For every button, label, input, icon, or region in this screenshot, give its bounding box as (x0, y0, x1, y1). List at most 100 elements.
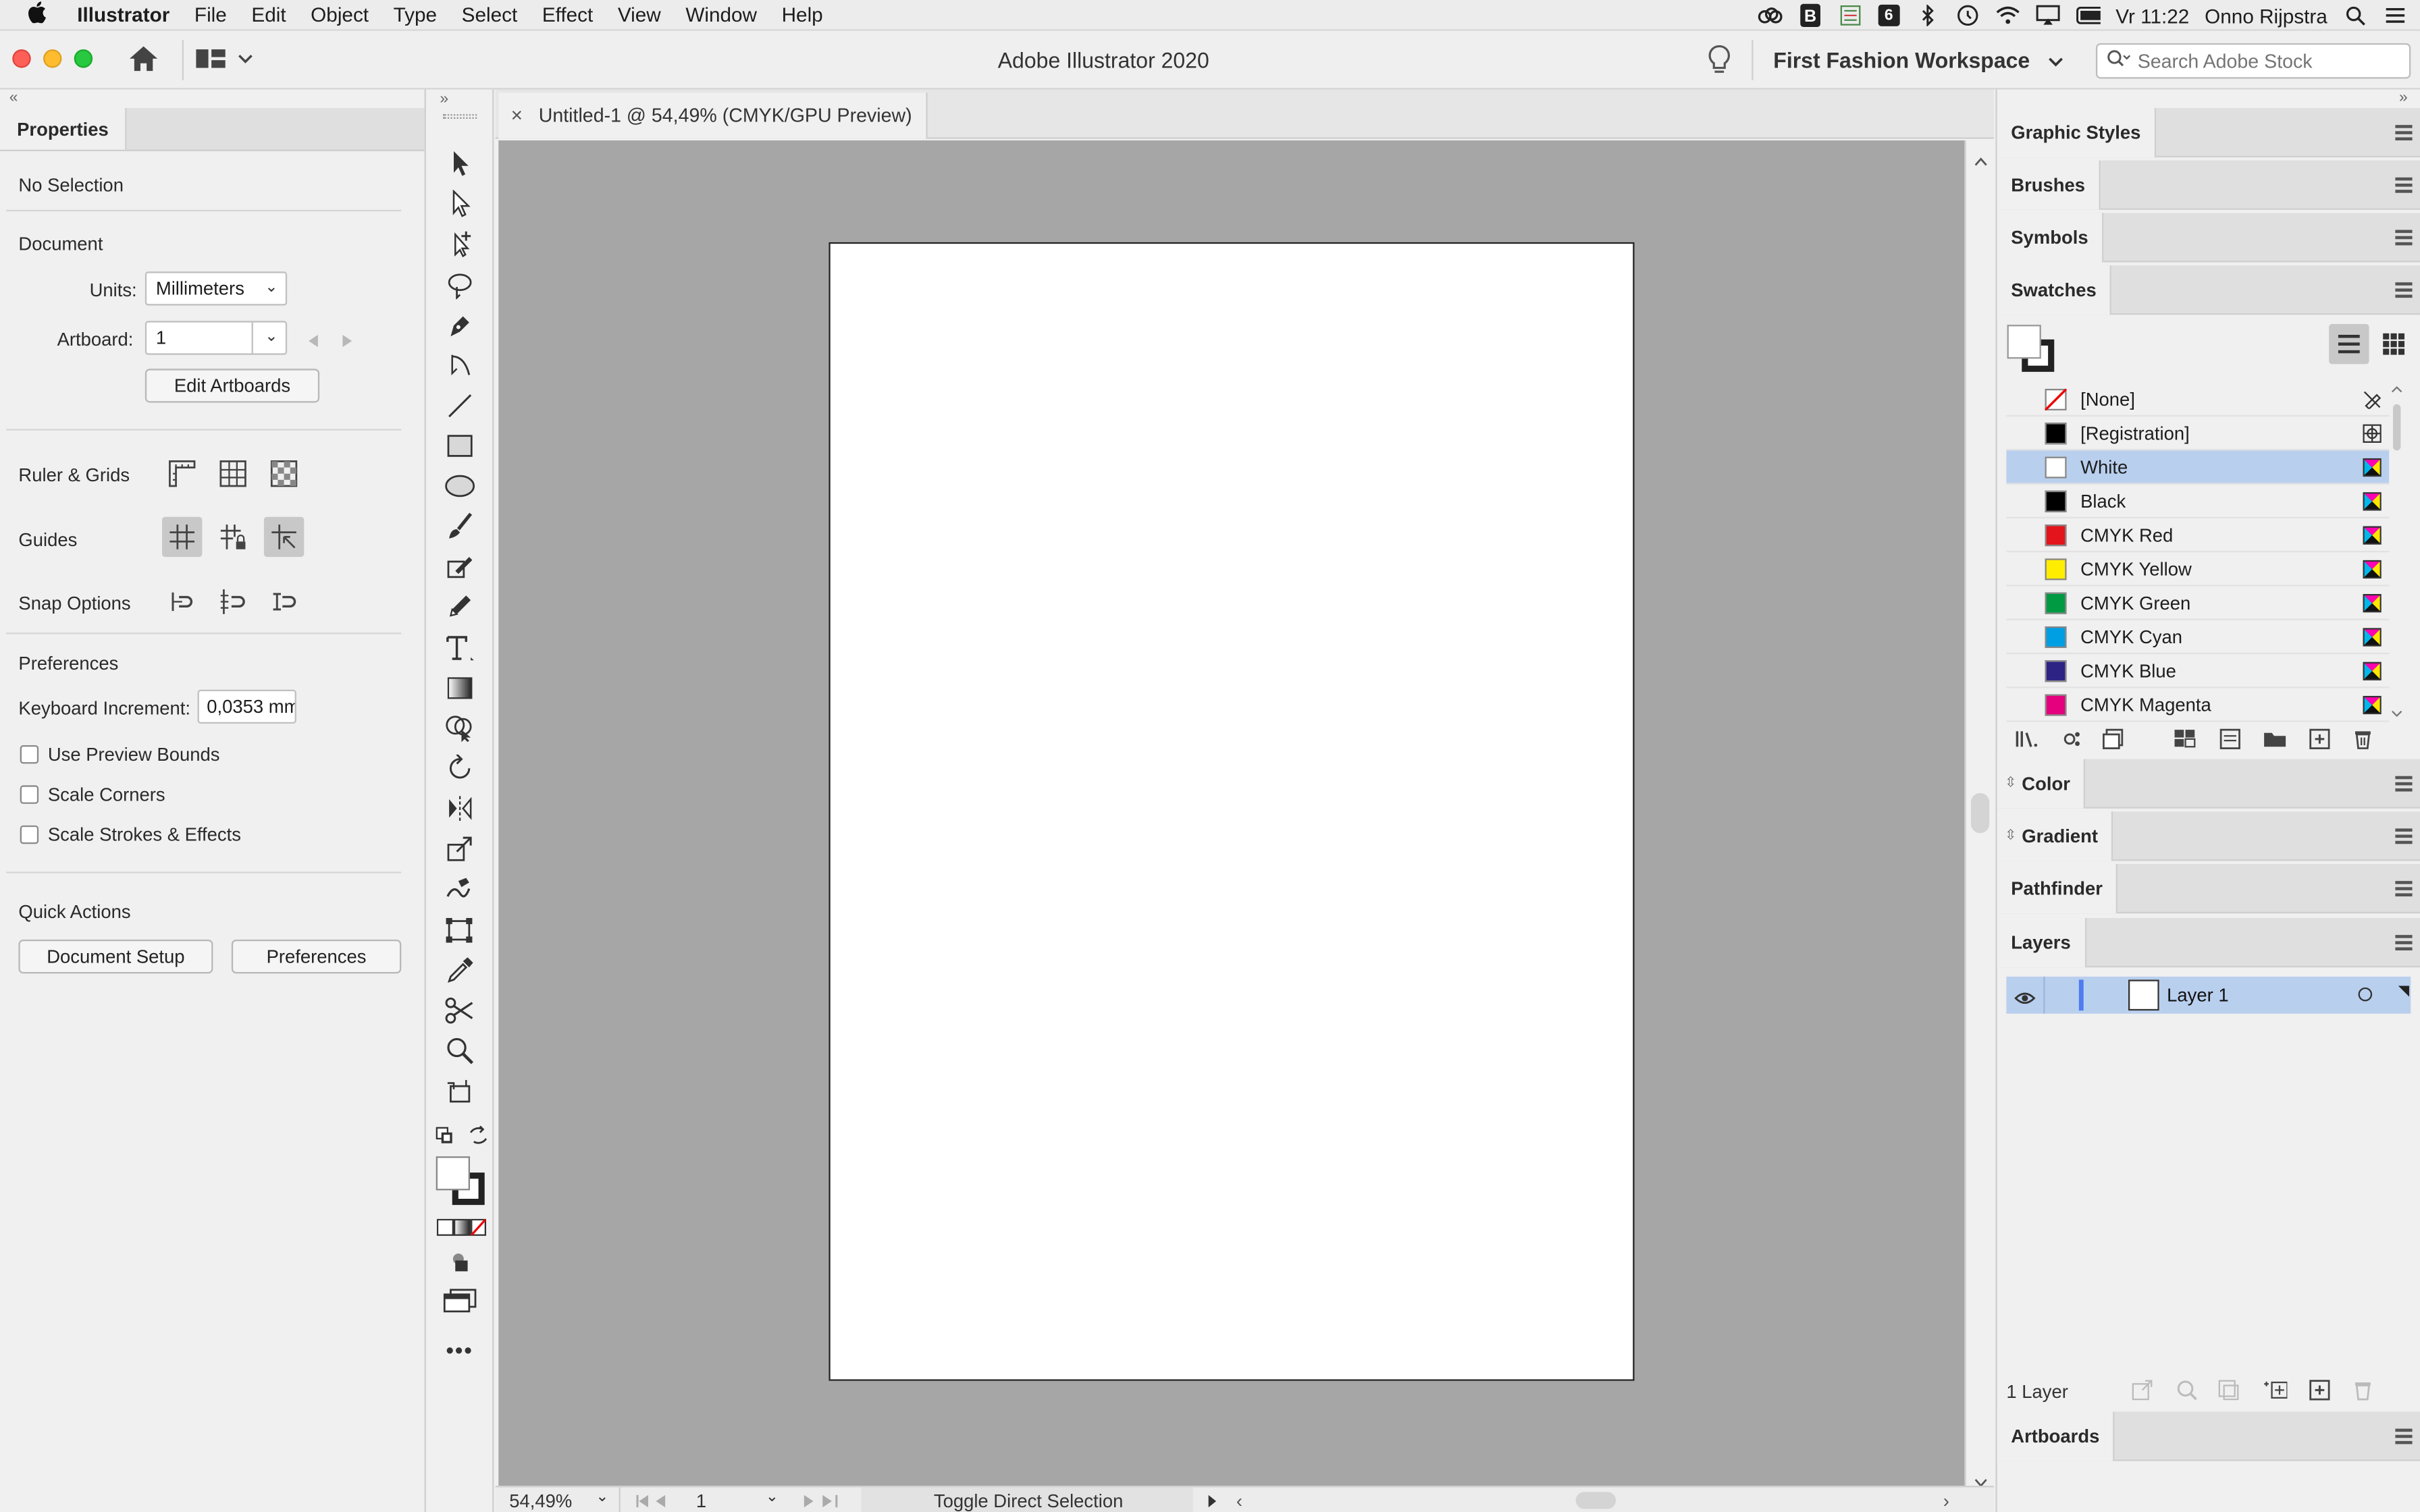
draw-mode-icon[interactable] (449, 1251, 471, 1280)
lock-guides-icon[interactable] (213, 517, 253, 557)
home-icon[interactable] (128, 45, 159, 80)
artboard-nav-dropdown-icon[interactable]: ⌄ (766, 1489, 779, 1506)
menu-list-icon[interactable] (1838, 5, 1863, 26)
tab-pathfinder[interactable]: Pathfinder (1997, 863, 2118, 914)
swatch-row[interactable]: Black (2006, 485, 2390, 518)
clipping-mask-icon[interactable] (2216, 1379, 2241, 1401)
new-layer-icon[interactable] (2307, 1379, 2332, 1401)
spotlight-search-icon[interactable] (2343, 5, 2368, 26)
place-swatch-icon[interactable] (2102, 728, 2127, 750)
lasso-tool-icon[interactable] (442, 269, 479, 302)
vertical-scrollbar[interactable] (1964, 140, 1995, 1488)
tab-swatches[interactable]: Swatches (1997, 265, 2112, 315)
menu-help[interactable]: Help (769, 3, 835, 26)
export-layer-icon[interactable] (2130, 1379, 2155, 1401)
grid-icon[interactable] (213, 454, 253, 493)
curvature-tool-icon[interactable] (442, 349, 479, 383)
panel-options-toggle-icon[interactable]: ⇳ (2005, 774, 2016, 791)
ellipse-tool-icon[interactable] (442, 469, 479, 503)
fill-stroke-swatches[interactable] (436, 1156, 488, 1216)
stock-search-box[interactable] (2095, 43, 2411, 79)
first-artboard-icon[interactable] (634, 1492, 668, 1512)
artboard-tool-icon[interactable] (442, 1074, 479, 1108)
scroll-up-icon[interactable] (1974, 146, 1988, 174)
creative-cloud-icon[interactable] (1758, 5, 1783, 26)
tab-properties[interactable]: Properties (0, 107, 128, 150)
show-guides-icon[interactable] (161, 516, 203, 558)
menu-effect[interactable]: Effect (530, 3, 606, 26)
scroll-right-icon[interactable]: › (1943, 1490, 1949, 1512)
new-sublayer-icon[interactable] (2263, 1379, 2288, 1401)
panel-menu-icon[interactable] (2395, 828, 2413, 846)
selection-tool-icon[interactable] (442, 146, 479, 180)
use-preview-bounds-checkbox[interactable] (20, 745, 39, 764)
scale-corners-checkbox[interactable] (20, 785, 39, 804)
swatch-row[interactable]: CMYK Magenta (2006, 688, 2390, 722)
bluetooth-icon[interactable] (1915, 4, 1940, 26)
shape-builder-tool-icon[interactable] (442, 711, 479, 745)
zoom-level[interactable]: 54,49% (509, 1490, 572, 1512)
new-color-group-icon[interactable] (2263, 728, 2288, 750)
swatch-row[interactable]: CMYK Green (2006, 587, 2390, 620)
panel-menu-icon[interactable] (2395, 230, 2413, 248)
snap-to-glyph-icon[interactable] (264, 582, 304, 622)
horizontal-scroll-thumb[interactable] (1575, 1492, 1616, 1509)
tab-graphic-styles[interactable]: Graphic Styles (1997, 107, 2157, 158)
artboard-dropdown[interactable]: 1 ⌄ (144, 321, 288, 355)
thumbnail-view-icon[interactable] (2373, 324, 2413, 364)
target-circle-icon[interactable] (2358, 987, 2373, 1002)
minimize-window-button[interactable] (43, 49, 62, 68)
app-menu[interactable]: Illustrator (65, 3, 182, 26)
menu-type[interactable]: Type (381, 3, 449, 26)
snap-to-point-icon[interactable] (162, 582, 202, 622)
apple-menu-icon[interactable] (0, 1, 65, 28)
line-segment-tool-icon[interactable] (442, 389, 479, 423)
group-selection-tool-icon[interactable] (442, 227, 479, 261)
swap-fill-stroke-icon[interactable] (468, 1125, 490, 1154)
swatch-row[interactable]: CMYK Red (2006, 518, 2390, 553)
swatch-row[interactable]: White (2006, 450, 2390, 485)
document-tab[interactable]: × Untitled-1 @ 54,49% (CMYK/GPU Preview) (498, 92, 928, 139)
edit-toolbar-more-icon[interactable]: ••• (446, 1338, 473, 1363)
calendar-icon[interactable]: 6 (1878, 4, 1900, 26)
wifi-icon[interactable] (1995, 5, 2020, 26)
artboard-number[interactable]: 1 (696, 1490, 706, 1512)
delete-swatch-icon[interactable] (2350, 728, 2375, 750)
delete-layer-icon[interactable] (2350, 1379, 2375, 1401)
next-artboard-icon[interactable] (341, 329, 353, 356)
panel-options-toggle-icon[interactable]: ⇳ (2005, 827, 2016, 844)
zoom-window-button[interactable] (74, 49, 93, 68)
list-view-icon[interactable] (2329, 323, 2369, 364)
zoom-dropdown-icon[interactable]: ⌄ (596, 1489, 608, 1506)
type-tool-icon[interactable] (442, 631, 479, 665)
swatch-row[interactable]: CMYK Yellow (2006, 552, 2390, 587)
menu-object[interactable]: Object (298, 3, 381, 26)
scale-strokes-checkbox[interactable] (20, 825, 39, 844)
workspace-switcher[interactable]: First Fashion Workspace (1773, 31, 2063, 90)
show-swatch-options-icon[interactable] (2218, 728, 2243, 750)
stock-search-input[interactable] (2137, 50, 2400, 72)
swatch-row[interactable]: CMYK Blue (2006, 654, 2390, 688)
collapse-panel-icon[interactable]: « (0, 90, 425, 108)
panel-menu-icon[interactable] (2395, 935, 2413, 953)
paintbrush-tool-icon[interactable] (442, 509, 479, 543)
tab-symbols[interactable]: Symbols (1997, 213, 2104, 263)
time-machine-icon[interactable] (1955, 5, 1980, 26)
rectangle-tool-icon[interactable] (442, 429, 479, 462)
preferences-button[interactable]: Preferences (231, 939, 402, 974)
menu-select[interactable]: Select (449, 3, 529, 26)
scroll-left-icon[interactable]: ‹ (1236, 1490, 1242, 1512)
menu-window[interactable]: Window (673, 3, 769, 26)
battery-icon[interactable] (2076, 5, 2101, 26)
shaper-tool-icon[interactable] (442, 549, 479, 583)
menu-user[interactable]: Onno Rijpstra (2205, 4, 2327, 27)
document-setup-button[interactable]: Document Setup (18, 939, 213, 974)
panel-menu-icon[interactable] (2395, 1428, 2413, 1447)
default-fill-stroke-icon[interactable] (436, 1125, 454, 1152)
swatch-row[interactable]: CMYK Cyan (2006, 620, 2390, 655)
fill-stroke-swatch-preview[interactable] (2006, 324, 2055, 381)
canvas[interactable] (498, 140, 1965, 1486)
close-document-icon[interactable]: × (511, 92, 523, 139)
panel-menu-icon[interactable] (2395, 776, 2413, 794)
swatch-row[interactable]: [Registration] (2006, 416, 2390, 451)
